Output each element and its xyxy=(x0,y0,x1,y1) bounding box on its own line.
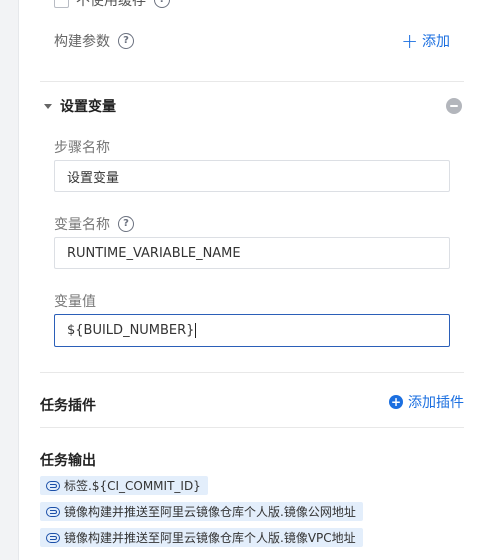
link-icon xyxy=(46,532,60,543)
remove-step-button[interactable] xyxy=(446,98,462,114)
variable-name-label: 变量名称 ? xyxy=(54,214,134,234)
add-plugin-label: 添加插件 xyxy=(408,395,464,411)
plus-circle-icon: + xyxy=(389,395,403,409)
task-outputs-title: 任务输出 xyxy=(40,453,96,469)
text-cursor xyxy=(195,323,197,338)
output-tag[interactable]: 镜像构建并推送至阿里云镜像仓库个人版.镜像公网地址 xyxy=(40,502,363,521)
question-circle-icon[interactable]: ? xyxy=(118,216,134,232)
step-title: 设置变量 xyxy=(60,99,116,115)
step-name-label: 步骤名称 xyxy=(54,137,110,157)
variable-name-label-text: 变量名称 xyxy=(54,217,110,233)
output-tag[interactable]: 镜像构建并推送至阿里云镜像仓库个人版.镜像VPC地址 xyxy=(40,528,363,547)
output-tag-label: 镜像构建并推送至阿里云镜像仓库个人版.镜像公网地址 xyxy=(64,505,356,519)
variable-value-value: ${BUILD_NUMBER} xyxy=(67,323,195,338)
link-icon xyxy=(46,480,60,491)
variable-name-input[interactable]: RUNTIME_VARIABLE_NAME xyxy=(54,237,450,269)
question-circle-icon[interactable]: ? xyxy=(118,33,134,49)
add-build-param-button[interactable]: + 添加 xyxy=(401,31,450,51)
output-tag-label: 镜像构建并推送至阿里云镜像仓库个人版.镜像VPC地址 xyxy=(64,531,356,545)
variable-value-label: 变量值 xyxy=(54,291,96,311)
no-cache-option[interactable]: 不使用缓存 ? xyxy=(54,0,170,9)
add-build-param-label: 添加 xyxy=(422,34,450,50)
link-icon xyxy=(46,506,60,517)
task-plugins-title: 任务插件 xyxy=(40,398,96,414)
step-name-value: 设置变量 xyxy=(67,170,120,186)
left-rail xyxy=(0,0,19,560)
no-cache-label: 不使用缓存 xyxy=(76,0,146,9)
step-name-label-text: 步骤名称 xyxy=(54,140,110,156)
divider xyxy=(40,372,464,373)
build-params-row: 构建参数 ? + 添加 xyxy=(54,31,450,51)
step-name-input[interactable]: 设置变量 xyxy=(54,160,450,192)
no-cache-checkbox[interactable] xyxy=(54,0,69,8)
add-plugin-button[interactable]: + 添加插件 xyxy=(389,392,464,412)
variable-value-input[interactable]: ${BUILD_NUMBER} xyxy=(54,314,450,347)
build-params-label: 构建参数 xyxy=(54,34,110,50)
plus-icon: + xyxy=(401,29,418,53)
variable-name-value: RUNTIME_VARIABLE_NAME xyxy=(67,245,241,261)
caret-down-icon[interactable] xyxy=(44,103,52,109)
output-tag-label: 标签.${CI_COMMIT_ID} xyxy=(64,479,201,493)
question-circle-icon[interactable]: ? xyxy=(154,0,170,8)
step-header[interactable]: 设置变量 xyxy=(40,96,464,116)
divider xyxy=(40,81,464,82)
variable-value-label-text: 变量值 xyxy=(54,294,96,310)
output-tag[interactable]: 标签.${CI_COMMIT_ID} xyxy=(40,476,208,495)
divider xyxy=(40,427,464,428)
